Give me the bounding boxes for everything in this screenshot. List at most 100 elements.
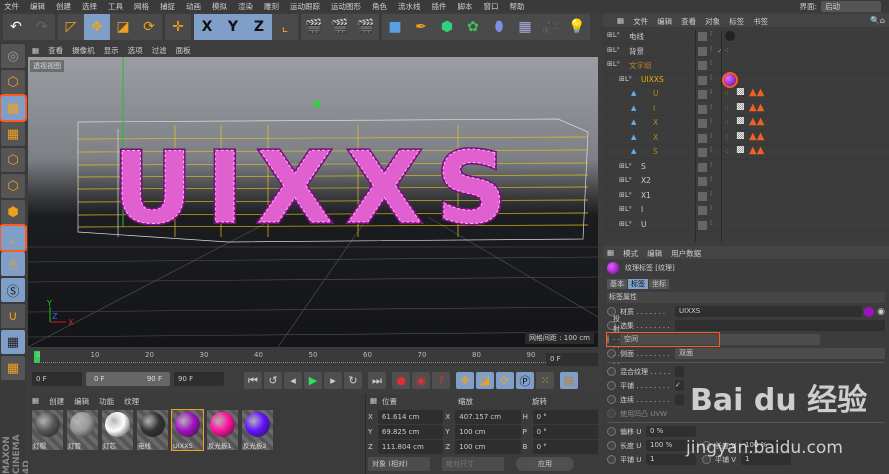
camera-icon[interactable]: 🎥 xyxy=(538,14,564,40)
menu-item[interactable]: 帮助 xyxy=(510,1,525,12)
render-dots-icon[interactable]: ⁞ xyxy=(710,74,712,82)
move-icon[interactable]: ✥ xyxy=(84,14,110,40)
object-row[interactable]: ⊞L⁰ 电线 ⁞ xyxy=(603,29,889,44)
material-menu-item[interactable]: 创建 xyxy=(49,396,64,406)
undo-icon[interactable]: ↶ xyxy=(3,14,29,40)
object-menu-item[interactable]: 文件 xyxy=(633,16,648,26)
render-dots-icon[interactable]: ⁞ xyxy=(710,103,712,111)
render-dots-icon[interactable]: ⁞ xyxy=(710,175,712,183)
y-axis-button[interactable]: Y xyxy=(220,14,246,40)
warning-tag-icon[interactable]: ▲▲ xyxy=(749,116,764,127)
object-row[interactable]: ⊞L⁰ 文字组 ⁞ xyxy=(603,58,889,73)
checker-tag-icon[interactable]: ▩ xyxy=(736,145,745,155)
visibility-toggle-icon[interactable] xyxy=(698,46,707,56)
checker-tag-icon[interactable]: ▩ xyxy=(736,102,745,112)
tab-0[interactable]: 基本 xyxy=(607,278,627,289)
menu-item[interactable]: 渲染 xyxy=(238,1,253,12)
pen-icon[interactable]: ✒ xyxy=(408,14,434,40)
render-dots-icon[interactable]: ⁞ xyxy=(710,117,712,125)
tab-1[interactable]: 标签 xyxy=(628,278,648,289)
warning-tag-icon[interactable]: ▲▲ xyxy=(749,131,764,142)
light-icon[interactable]: 💡 xyxy=(564,14,590,40)
rotate-icon[interactable]: ⟳ xyxy=(136,14,162,40)
object-row[interactable]: ⊞L⁰ UIXXS ⁞ xyxy=(603,71,889,88)
menu-item[interactable]: 动画 xyxy=(186,1,201,12)
select-icon[interactable]: ◸ xyxy=(58,14,84,40)
seamless-checkbox[interactable] xyxy=(675,394,684,405)
search-icon[interactable]: 🔍⌂ xyxy=(870,16,885,25)
side-dropdown[interactable]: 双面 xyxy=(675,348,885,359)
next-key-icon[interactable]: ↻ xyxy=(344,372,362,389)
workplane-icon[interactable]: ▦ xyxy=(1,122,25,146)
key-position-icon[interactable]: ✥ xyxy=(456,372,474,389)
visibility-toggle-icon[interactable] xyxy=(698,104,707,114)
apply-button[interactable]: 应用 xyxy=(516,457,574,471)
visibility-toggle-icon[interactable] xyxy=(698,162,707,172)
start-frame-field[interactable]: 0 F xyxy=(32,372,82,386)
render-picture-icon[interactable]: 🎬 xyxy=(327,14,353,40)
subdivision-icon[interactable]: ⬢ xyxy=(434,14,460,40)
menu-item[interactable]: 角色 xyxy=(372,1,387,12)
menu-item[interactable]: 文件 xyxy=(4,1,19,12)
tweak-icon[interactable]: 🖱 xyxy=(1,252,25,276)
end-frame-field[interactable]: 90 F xyxy=(174,372,224,386)
seamless-radio[interactable] xyxy=(607,395,616,404)
object-row[interactable]: ⊞L⁰ X1 ⁞ xyxy=(603,189,889,203)
menu-item[interactable]: 脚本 xyxy=(458,1,473,12)
viewport-3d[interactable]: ▲ UIXXS UIXXS YXZ 透视视图 网格间距 : 100 cm xyxy=(28,57,598,347)
render-dots-icon[interactable]: ⁞ xyxy=(710,45,712,53)
render-dots-icon[interactable]: ⁞ xyxy=(710,219,712,227)
menu-item[interactable]: 捕捉 xyxy=(160,1,175,12)
object-row[interactable]: ▲ S ⁞ ⁖ ▩ ▲▲ xyxy=(603,145,889,160)
next-frame-icon[interactable]: ▸ xyxy=(324,372,342,389)
mode-icon[interactable]: ◎ xyxy=(1,44,25,68)
offset-u-field[interactable]: 0 % xyxy=(646,426,696,437)
rotation-field[interactable]: 0 ° xyxy=(532,440,598,454)
position-field[interactable]: 69.825 cm xyxy=(377,425,444,439)
timeline-ruler[interactable]: 0 10 20 30 40 50 60 70 80 90 xyxy=(28,348,598,366)
render-view-icon[interactable]: 🎬 xyxy=(301,14,327,40)
object-row[interactable]: ⊞L⁰背景⁞⁖✓ xyxy=(603,44,889,58)
object-row[interactable]: ▲ X ⁞ ⁖ ▩ ▲▲ xyxy=(603,131,889,145)
material-menu-item[interactable]: 功能 xyxy=(99,396,114,406)
menu-item[interactable]: 窗口 xyxy=(484,1,499,12)
key-rotation-icon[interactable]: ⟳ xyxy=(496,372,514,389)
object-row[interactable]: ⊞L⁰ U ⁞ xyxy=(603,218,889,232)
length-u-radio[interactable] xyxy=(607,441,616,450)
object-row[interactable]: ⊞L⁰ S ⁞ xyxy=(603,160,889,174)
checker-tag-icon[interactable]: ▩ xyxy=(736,116,745,126)
menu-item[interactable]: 选择 xyxy=(82,1,97,12)
tile-radio[interactable] xyxy=(607,381,616,390)
visibility-toggle-icon[interactable] xyxy=(698,32,707,41)
x-axis-button[interactable]: X xyxy=(194,14,220,40)
offset-u-radio[interactable] xyxy=(607,427,616,436)
cube-icon[interactable]: ■ xyxy=(382,14,408,40)
z-axis-button[interactable]: Z xyxy=(246,14,272,40)
interface-value[interactable]: 启动 xyxy=(821,0,881,12)
object-row[interactable]: ▲ I ⁞ ⁖ ▩ ▲▲ xyxy=(603,102,889,116)
scale-icon[interactable]: ◪ xyxy=(110,14,136,40)
deformer-icon[interactable]: ⬮ xyxy=(486,14,512,40)
menu-item[interactable]: 网格 xyxy=(134,1,149,12)
visibility-toggle-icon[interactable] xyxy=(698,148,707,157)
edges-mode-icon[interactable]: ⬡ xyxy=(1,174,25,198)
texture-tag-icon[interactable] xyxy=(722,71,738,88)
object-row[interactable]: ⊞L⁰ I ⁞ xyxy=(603,203,889,218)
render-dots-icon[interactable]: ⁞ xyxy=(710,88,712,96)
record-keys-icon[interactable]: ● xyxy=(392,372,410,389)
visibility-toggle-icon[interactable] xyxy=(698,90,707,99)
position-field[interactable]: 61.614 cm xyxy=(377,410,444,424)
menu-item[interactable]: 运动图形 xyxy=(331,1,361,12)
mix-radio[interactable] xyxy=(607,367,616,376)
viewport-menu-item[interactable]: 过滤 xyxy=(152,45,167,56)
prev-frame-icon[interactable]: ◂ xyxy=(284,372,302,389)
material-swatch[interactable]: 灯帽 xyxy=(32,410,63,450)
interface-selector[interactable]: 界面: 启动 xyxy=(799,0,881,12)
size-mode-dropdown[interactable]: 绝对尺寸 xyxy=(442,457,504,471)
viewport-menu-item[interactable]: 面板 xyxy=(176,45,191,56)
scale-field[interactable]: 407.157 cm xyxy=(455,410,521,424)
rotation-field[interactable]: 0 ° xyxy=(532,425,598,439)
model-mode-icon[interactable]: ⬡ xyxy=(1,70,25,94)
prev-key-icon[interactable]: ↺ xyxy=(264,372,282,389)
attribute-menu-item[interactable]: 编辑 xyxy=(647,248,662,258)
